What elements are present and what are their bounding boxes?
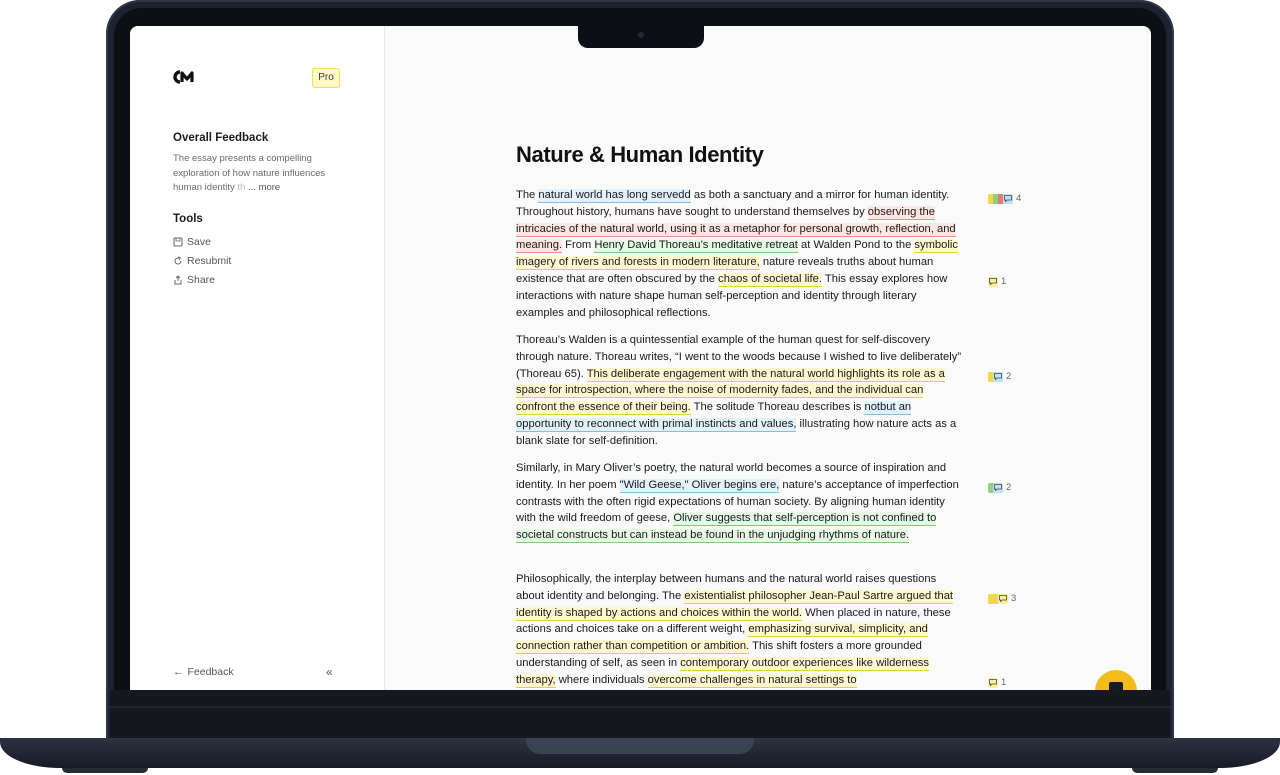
highlight-yellow[interactable]: chaos of societal life. [718, 272, 822, 287]
overall-feedback-heading: Overall Feedback [173, 132, 269, 144]
marker-badge [988, 482, 1003, 493]
annotation-marker[interactable]: 3 [988, 593, 1016, 604]
document-title: Nature & Human Identity [516, 142, 764, 167]
chat-icon [1109, 682, 1123, 690]
comment-icon [988, 276, 998, 287]
sidebar: Pro Overall Feedback The essay presents … [130, 26, 385, 690]
feedback-back-label: Feedback [187, 666, 234, 678]
share-icon [174, 275, 182, 285]
marker-count: 4 [1016, 193, 1022, 204]
resubmit-button[interactable]: Resubmit [173, 255, 231, 267]
save-label: Save [187, 236, 211, 248]
annotation-marker[interactable]: 4 [988, 193, 1021, 204]
highlight-yellow[interactable]: overcome challenges in natural settings … [647, 673, 857, 688]
laptop-hinge-notch [526, 738, 754, 754]
logo-icon[interactable] [173, 70, 197, 84]
comment-icon [988, 677, 998, 688]
redo-icon [174, 256, 182, 265]
overall-feedback-snippet: The essay presents a compelling explorat… [173, 152, 343, 196]
comment-icon [993, 482, 1003, 493]
share-button[interactable]: Share [173, 274, 215, 286]
highlight-green[interactable]: Henry David Thoreau’s meditative retreat [594, 239, 798, 254]
comment-icon [1003, 193, 1013, 204]
tools-heading: Tools [173, 213, 203, 225]
paragraph-3: Similarly, in Mary Oliver’s poetry, the … [516, 460, 964, 544]
save-button[interactable]: Save [173, 236, 211, 248]
paragraph-text: From [562, 239, 595, 252]
camera-notch [578, 26, 704, 48]
annotation-marker[interactable]: 2 [988, 482, 1011, 493]
feedback-fade-text: th [237, 182, 246, 194]
annotation-marker[interactable]: 2 [988, 371, 1011, 382]
pro-badge[interactable]: Pro [312, 68, 340, 88]
marker-count: 3 [1011, 593, 1017, 604]
comment-icon [993, 371, 1003, 382]
laptop-chin [110, 690, 1170, 738]
app-screen: Pro Overall Feedback The essay presents … [130, 26, 1151, 690]
paragraph-text: where individuals [555, 673, 648, 686]
annotation-marker[interactable]: 1 [988, 677, 1006, 688]
laptop-chin-line [110, 706, 1170, 708]
feedback-back-button[interactable]: ← Feedback [173, 666, 234, 678]
marker-count: 2 [1006, 371, 1012, 382]
share-label: Share [187, 274, 216, 286]
paragraph-text: at Walden Pond to the [797, 239, 915, 252]
save-icon [173, 237, 183, 247]
marker-count: 1 [1001, 276, 1007, 287]
arrow-left-icon: ← [173, 666, 184, 678]
marker-badge [988, 276, 998, 287]
paragraph-2: Thoreau’s Walden is a quintessential exa… [516, 332, 964, 450]
paragraph-4: Philosophically, the interplay between h… [516, 571, 964, 689]
highlight-blue[interactable]: natural world has long servedd [538, 189, 691, 203]
paragraph-text: The solitude Thoreau describes is [690, 401, 865, 414]
resubmit-label: Resubmit [187, 255, 232, 267]
comment-icon [998, 593, 1008, 604]
document-area: Nature & Human Identity The natural worl… [385, 26, 1151, 690]
paragraph-text: The [516, 189, 539, 201]
marker-count: 2 [1006, 482, 1012, 493]
highlight-blue[interactable]: "Wild Geese," Oliver begins ere, [619, 478, 780, 493]
laptop-foot-right [1132, 768, 1218, 773]
collapse-sidebar-icon[interactable]: « [326, 665, 333, 679]
annotation-marker[interactable]: 1 [988, 276, 1006, 287]
marker-badge [988, 371, 1003, 382]
feedback-more-link[interactable]: ... more [248, 182, 280, 193]
marker-badge [988, 593, 1008, 604]
camera-icon [638, 32, 644, 38]
laptop-foot-left [62, 768, 148, 773]
marker-count: 1 [1001, 677, 1007, 688]
marker-badge [988, 193, 1013, 204]
paragraph-1: The natural world has long servedd as bo… [516, 187, 964, 321]
marker-badge [988, 677, 998, 688]
